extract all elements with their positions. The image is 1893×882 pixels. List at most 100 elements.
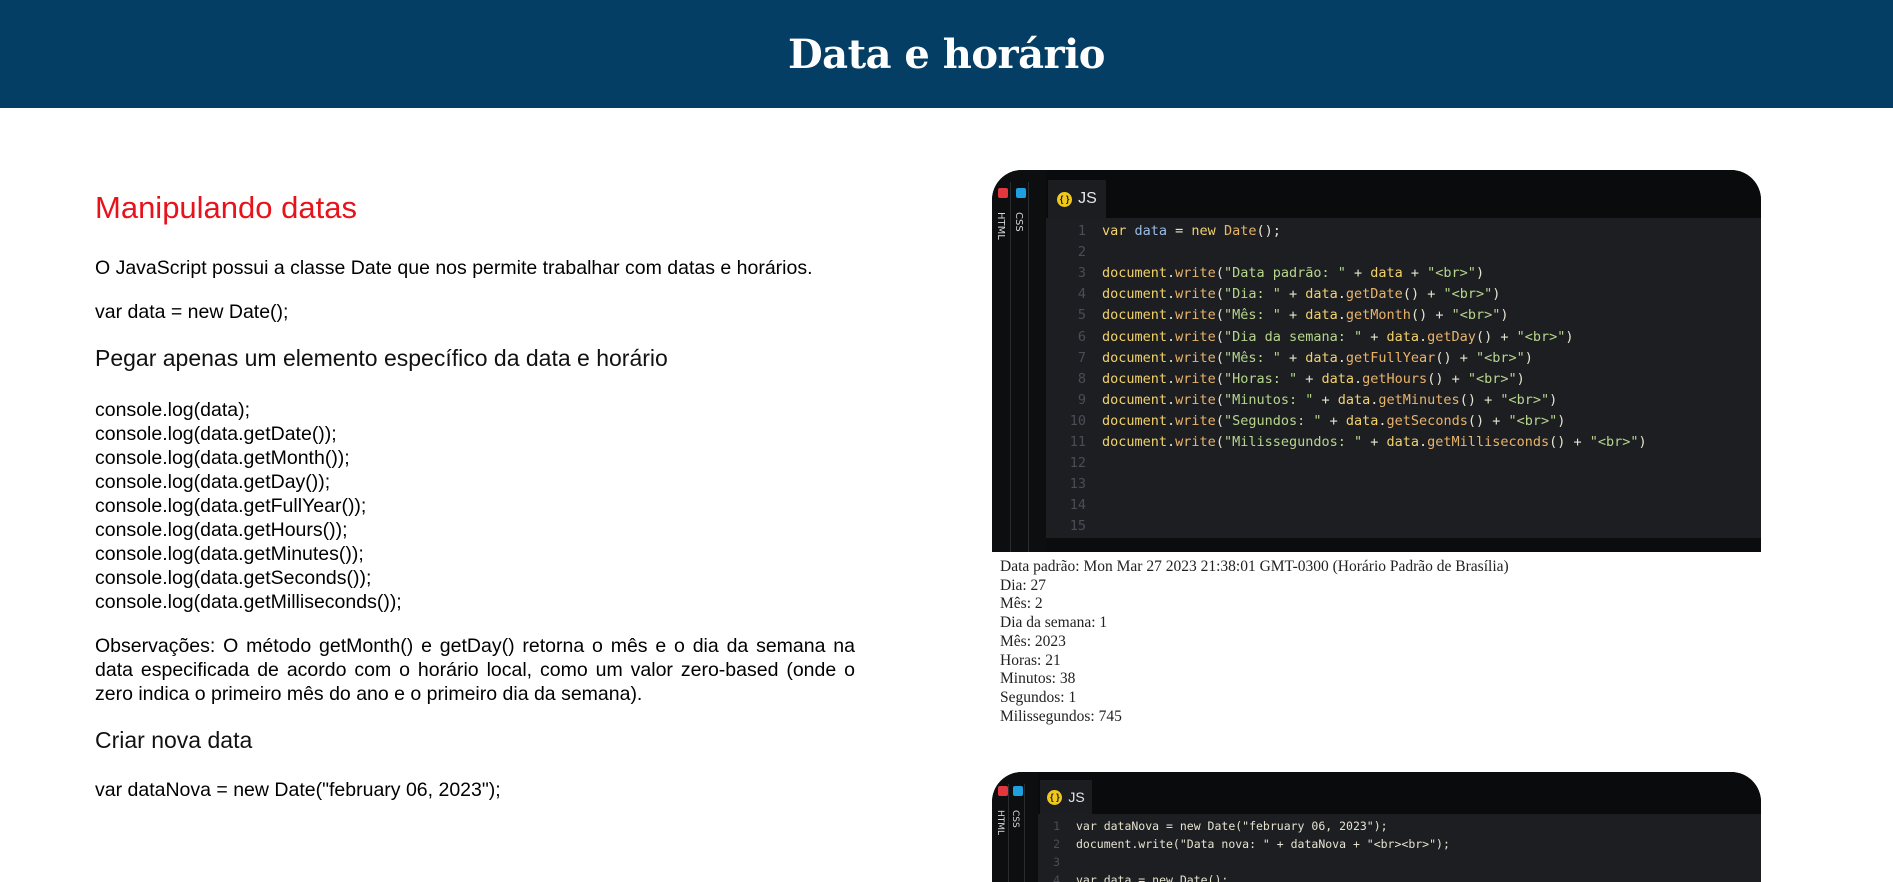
output-line: Dia: 27 xyxy=(1000,576,1047,594)
code-token: data xyxy=(1386,434,1420,450)
code-token: ) xyxy=(1557,412,1566,429)
code-token: ( xyxy=(1215,434,1224,450)
line-number: 8 xyxy=(1077,370,1086,387)
code-token: . xyxy=(1337,286,1346,303)
line-number: 9 xyxy=(1077,391,1086,408)
code-line: 13 xyxy=(1046,474,1102,495)
subheading-get-element: Pegar apenas um elemento específico da d… xyxy=(95,345,668,371)
code-token: + xyxy=(1484,412,1509,429)
tab-css-label: CSS xyxy=(1013,212,1024,232)
code-line: 15 xyxy=(1046,516,1102,537)
console-line: console.log(data.getMilliseconds()); xyxy=(95,591,402,613)
vertical-tabs: HTML CSS xyxy=(992,772,1038,882)
code-token: getMonth xyxy=(1345,307,1411,324)
code-token: . xyxy=(1167,307,1176,324)
output-line: Mês: 2 xyxy=(1000,595,1043,613)
console-line: console.log(data.getMonth()); xyxy=(95,447,350,469)
code-token: () xyxy=(1427,370,1444,387)
code-token: . xyxy=(1167,349,1176,366)
page-title: Data e horário xyxy=(787,30,1106,78)
tab-js[interactable]: { } JS xyxy=(1048,180,1106,218)
line-number: 3 xyxy=(1077,265,1086,282)
code-token: ) xyxy=(1524,349,1533,366)
code-token: . xyxy=(1419,434,1428,450)
code-token: getFullYear xyxy=(1345,349,1436,366)
code-token: "<br>" xyxy=(1427,265,1476,282)
subheading-new-date: Criar nova data xyxy=(95,727,253,753)
code-token: ) xyxy=(1638,434,1647,450)
code-token: write xyxy=(1175,265,1216,282)
code-token: ( xyxy=(1215,349,1224,366)
code-line: 2 document.write("Data nova: " + dataNova… xyxy=(1038,835,1450,853)
code-token: () xyxy=(1549,434,1566,450)
code-token: write xyxy=(1175,307,1216,324)
code-token: ( xyxy=(1215,328,1224,345)
code-token: + xyxy=(1297,370,1322,387)
code-token: + xyxy=(1313,391,1338,408)
code-token: + xyxy=(1345,265,1371,282)
code-token: "Dia: " xyxy=(1223,286,1281,303)
code-token: ( xyxy=(1215,307,1224,324)
code-token: + xyxy=(1475,391,1501,408)
code-token: . xyxy=(1167,286,1176,303)
tab-js-label: JS xyxy=(1078,190,1097,207)
code-token: new xyxy=(1191,223,1216,239)
code-token: write xyxy=(1175,370,1216,387)
divider xyxy=(1024,784,1025,882)
line-number: 10 xyxy=(1069,412,1086,429)
console-line: console.log(data.getMinutes()); xyxy=(95,543,364,565)
line-number: 1 xyxy=(1053,819,1060,833)
line-number: 15 xyxy=(1069,518,1086,535)
code-token: . xyxy=(1167,434,1176,450)
code-example-new-date: var dataNova = new Date("february 06, 20… xyxy=(95,779,501,801)
code-token: getSeconds xyxy=(1386,412,1468,429)
tab-html[interactable]: HTML xyxy=(995,188,1011,240)
code-token: + xyxy=(1419,286,1444,303)
code-token: . xyxy=(1167,370,1176,387)
tab-css[interactable]: CSS xyxy=(1013,188,1029,232)
code-token: ) xyxy=(1500,307,1509,324)
code-token: . xyxy=(1167,265,1176,282)
code-token: data xyxy=(1386,328,1420,345)
code-token: "Mês: " xyxy=(1223,307,1281,324)
code-token: () xyxy=(1475,328,1493,345)
console-code-block: console.log(data); console.log(data.getD… xyxy=(95,398,855,614)
code-line: 12 xyxy=(1046,453,1102,474)
code-token: document xyxy=(1102,307,1168,324)
code-token: document xyxy=(1102,391,1168,408)
code-line: 6 document.write("Dia da semana: " + data… xyxy=(1046,327,1574,348)
code-token: ( xyxy=(1215,265,1224,282)
css-icon xyxy=(1013,786,1023,796)
code-token: + xyxy=(1280,286,1306,303)
code-token: data xyxy=(1305,307,1338,324)
code-token: . xyxy=(1337,349,1346,366)
code-token: write xyxy=(1175,286,1216,303)
tab-html-label: HTML xyxy=(995,212,1006,240)
code-token: ( xyxy=(1215,412,1224,429)
console-line: console.log(data.getSeconds()); xyxy=(95,567,372,589)
code-token: "<br>" xyxy=(1443,286,1493,303)
code-token: getHours xyxy=(1362,370,1428,387)
divider xyxy=(1008,784,1009,882)
code-token: () xyxy=(1459,391,1476,408)
code-token: ) xyxy=(1549,391,1558,408)
code-token: () xyxy=(1410,307,1428,324)
tab-js[interactable]: { } JS xyxy=(1040,780,1092,814)
code-area[interactable]: 1 var data = new Date(); 2 3 document.write(… xyxy=(1046,218,1761,538)
code-token: "Dia da semana: " xyxy=(1223,328,1363,345)
output-line: Mês: 2023 xyxy=(1000,632,1066,650)
code-line: 14 xyxy=(1046,495,1102,516)
code-token: "<br>" xyxy=(1508,412,1558,429)
code-token: + xyxy=(1443,370,1468,387)
code-line: 10 document.write("Segundos: " + data.get… xyxy=(1046,411,1566,432)
code-area[interactable]: 1 var dataNova = new Date("february 06, 2… xyxy=(1038,814,1761,882)
code-token: ) xyxy=(1492,286,1501,303)
intro-paragraph: O JavaScript possui a classe Date que no… xyxy=(95,257,813,279)
editor-tab-bar xyxy=(1038,772,1761,814)
code-token: + xyxy=(1451,349,1476,366)
code-token: Date xyxy=(1215,223,1257,239)
tab-css-label: CSS xyxy=(1010,810,1020,828)
tab-html-label: HTML xyxy=(995,810,1005,836)
code-line: 9 document.write("Minutos: " + data.getMi… xyxy=(1046,390,1557,411)
code-text: var dataNova = new Date("february 06, 20… xyxy=(1076,819,1388,833)
